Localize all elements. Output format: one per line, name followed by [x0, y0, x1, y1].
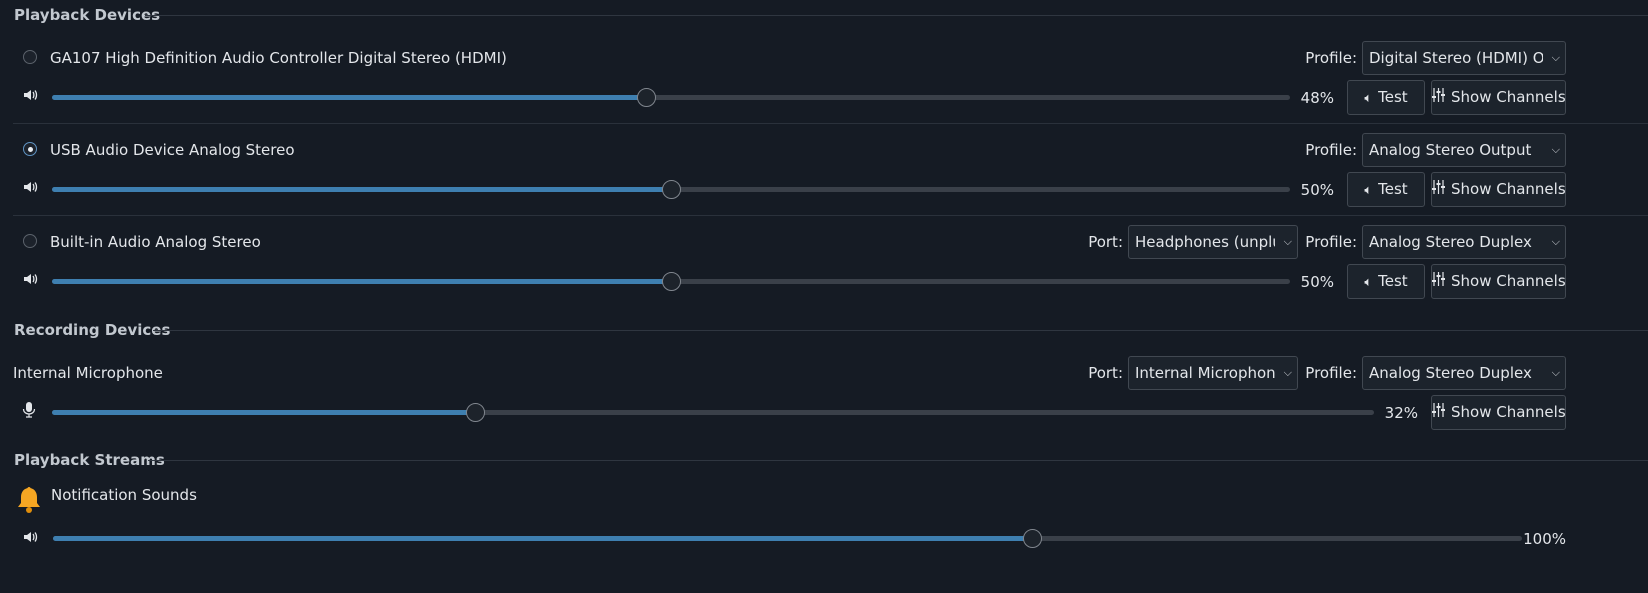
port-value: Headphones (unplugged) [1135, 233, 1275, 251]
test-label: Test [1378, 180, 1408, 198]
sliders-icon [1432, 266, 1445, 299]
test-button[interactable]: 🔈︎ Test [1347, 172, 1425, 207]
section-title-recording-devices: Recording Devices [14, 321, 171, 339]
volume-percent: 48% [1300, 89, 1334, 107]
volume-slider[interactable] [52, 403, 1374, 422]
profile-label: Profile: [1305, 141, 1357, 159]
volume-percent: 50% [1300, 181, 1334, 199]
volume-slider[interactable] [52, 272, 1290, 291]
show-channels-label: Show Channels [1451, 403, 1566, 421]
profile-value: Analog Stereo Duplex [1369, 364, 1532, 382]
chevron-down-icon: ⌵ [1551, 366, 1560, 379]
microphone-icon[interactable] [22, 402, 36, 422]
show-channels-label: Show Channels [1451, 272, 1566, 290]
volume-slider-handle[interactable] [637, 88, 657, 107]
volume-slider-fill [52, 187, 671, 192]
show-channels-button[interactable]: Show Channels [1431, 395, 1566, 430]
test-button[interactable]: 🔈︎ Test [1347, 80, 1425, 115]
device-radio-builtin[interactable] [23, 234, 37, 248]
section-divider [153, 330, 1648, 331]
profile-dropdown[interactable]: Analog Stereo Output ⌵ [1362, 133, 1566, 167]
port-value: Internal Microphone [1135, 364, 1275, 382]
show-channels-button[interactable]: Show Channels [1431, 264, 1566, 299]
volume-slider-handle[interactable] [662, 272, 681, 291]
chevron-down-icon: ⌵ [1551, 51, 1560, 64]
show-channels-button[interactable]: Show Channels [1431, 80, 1566, 115]
profile-value: Digital Stereo (HDMI) Output [1369, 49, 1543, 67]
device-name: Built-in Audio Analog Stereo [50, 233, 261, 251]
test-label: Test [1378, 272, 1408, 290]
volume-percent: 50% [1300, 273, 1334, 291]
stream-name: Notification Sounds [51, 486, 197, 504]
device-radio-hdmi[interactable] [23, 50, 37, 64]
section-title-playback-streams: Playback Streams [14, 451, 165, 469]
speaker-icon: 🔈︎ [1364, 275, 1373, 290]
volume-slider-fill [52, 279, 671, 284]
volume-slider-handle[interactable] [662, 180, 681, 199]
chevron-down-icon: ⌵ [1551, 235, 1560, 248]
profile-value: Analog Stereo Output [1369, 141, 1532, 159]
chevron-down-icon: ⌵ [1551, 143, 1560, 156]
device-name: USB Audio Device Analog Stereo [50, 141, 295, 159]
speaker-icon[interactable] [22, 87, 38, 107]
volume-slider[interactable] [52, 180, 1290, 199]
volume-slider[interactable] [52, 88, 1290, 107]
device-separator [13, 123, 1648, 124]
speaker-icon[interactable] [22, 529, 38, 549]
port-dropdown[interactable]: Headphones (unplugged) ⌵ [1128, 225, 1298, 259]
profile-dropdown[interactable]: Analog Stereo Duplex ⌵ [1362, 356, 1566, 390]
port-dropdown[interactable]: Internal Microphone ⌵ [1128, 356, 1298, 390]
device-radio-usb[interactable] [23, 142, 37, 156]
sliders-icon [1432, 174, 1445, 207]
speaker-icon[interactable] [22, 179, 38, 199]
volume-percent: 32% [1384, 404, 1418, 422]
device-name: GA107 High Definition Audio Controller D… [50, 49, 507, 67]
bell-icon [15, 486, 43, 514]
test-label: Test [1378, 88, 1408, 106]
profile-label: Profile: [1305, 364, 1357, 382]
volume-percent: 100% [1523, 530, 1566, 548]
section-title-playback-devices: Playback Devices [14, 6, 161, 24]
show-channels-label: Show Channels [1451, 180, 1566, 198]
profile-label: Profile: [1305, 233, 1357, 251]
show-channels-button[interactable]: Show Channels [1431, 172, 1566, 207]
section-divider [145, 15, 1648, 16]
speaker-icon[interactable] [22, 271, 38, 291]
port-label: Port: [1088, 233, 1123, 251]
test-button[interactable]: 🔈︎ Test [1347, 264, 1425, 299]
sliders-icon [1432, 397, 1445, 430]
speaker-icon: 🔈︎ [1364, 91, 1373, 106]
sliders-icon [1432, 82, 1445, 115]
volume-slider-handle[interactable] [1023, 529, 1043, 548]
profile-dropdown[interactable]: Digital Stereo (HDMI) Output ⌵ [1362, 41, 1566, 75]
profile-label: Profile: [1305, 49, 1357, 67]
section-divider [148, 460, 1648, 461]
speaker-icon: 🔈︎ [1364, 183, 1373, 198]
volume-slider-handle[interactable] [466, 403, 486, 422]
device-name: Internal Microphone [13, 364, 163, 382]
profile-dropdown[interactable]: Analog Stereo Duplex ⌵ [1362, 225, 1566, 259]
profile-value: Analog Stereo Duplex [1369, 233, 1532, 251]
volume-slider-fill [53, 536, 1033, 541]
volume-slider-fill [52, 410, 476, 415]
volume-slider[interactable] [53, 529, 1522, 548]
device-separator [13, 215, 1648, 216]
show-channels-label: Show Channels [1451, 88, 1566, 106]
port-label: Port: [1088, 364, 1123, 382]
volume-slider-fill [52, 95, 647, 100]
